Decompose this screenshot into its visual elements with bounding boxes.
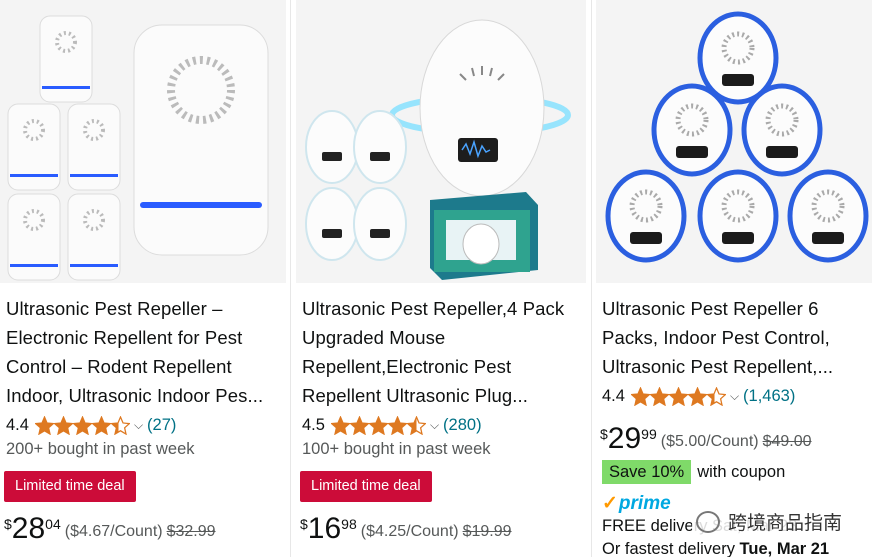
star-icon xyxy=(34,415,54,435)
title-line[interactable]: Repellent,Electronic Pest xyxy=(302,352,574,381)
pest-repeller-photo-2 xyxy=(296,0,586,283)
price-fraction: 04 xyxy=(45,516,61,532)
save-coupon-badge[interactable]: Save 10% xyxy=(602,460,692,484)
title-line[interactable]: Ultrasonic Pest Repeller – xyxy=(6,294,278,323)
title-line[interactable]: Ultrasonic Pest Repellent,... xyxy=(602,352,872,381)
rating-value: 4.4 xyxy=(6,415,29,434)
wechat-watermark: 跨境商品指南 xyxy=(691,506,846,537)
rating-value: 4.5 xyxy=(302,415,325,434)
title-line[interactable]: Repellent Ultrasonic Plug... xyxy=(302,381,574,410)
chevron-down-icon[interactable]: ⌵ xyxy=(430,418,439,433)
list-price: $32.99 xyxy=(166,523,216,540)
star-icon xyxy=(630,386,650,406)
price-block-2[interactable]: $ 16 98 ($4.25/Count) $19.99 xyxy=(300,512,512,546)
star-rating-icon[interactable] xyxy=(34,415,130,435)
product-card-3[interactable]: Ultrasonic Pest Repeller 6 Packs, Indoor… xyxy=(596,0,872,557)
list-price: $19.99 xyxy=(462,523,512,540)
star-icon xyxy=(649,386,669,406)
prime-badge: ✓prime xyxy=(602,492,671,515)
price-symbol: $ xyxy=(600,426,608,442)
list-price: $49.00 xyxy=(762,433,812,450)
star-icon xyxy=(706,386,726,406)
title-line[interactable]: Electronic Repellent for Pest xyxy=(6,323,278,352)
product-title-2[interactable]: Ultrasonic Pest Repeller,4 Pack Upgraded… xyxy=(302,294,574,410)
product-card-2[interactable]: Ultrasonic Pest Repeller,4 Pack Upgraded… xyxy=(296,0,586,557)
bought-count: 200+ bought in past week xyxy=(6,440,195,458)
prime-label: prime xyxy=(618,493,671,514)
coupon-row[interactable]: Save 10% with coupon xyxy=(602,460,785,484)
price-whole: 16 xyxy=(307,512,342,545)
title-line[interactable]: Ultrasonic Pest Repeller,4 Pack xyxy=(302,294,574,323)
product-card-1[interactable]: Ultrasonic Pest Repeller – Electronic Re… xyxy=(0,0,286,557)
coupon-suffix: with coupon xyxy=(697,462,786,481)
limited-deal-badge: Limited time deal xyxy=(4,471,136,502)
star-icon xyxy=(91,415,111,435)
title-line[interactable]: Control – Rodent Repellent xyxy=(6,352,278,381)
rating-value: 4.4 xyxy=(602,386,625,405)
star-icon xyxy=(687,386,707,406)
pest-repeller-photo-1 xyxy=(0,0,286,283)
price-symbol: $ xyxy=(300,516,308,532)
card-divider xyxy=(290,0,291,557)
unit-price: ($4.67/Count) xyxy=(64,523,163,540)
review-count-link[interactable]: (27) xyxy=(147,416,176,435)
delivery-fastest: Or fastest delivery Tue, Mar 21 xyxy=(602,540,829,557)
unit-price: ($4.25/Count) xyxy=(360,523,459,540)
price-fraction: 99 xyxy=(641,426,657,442)
delivery-fast-date: Tue, Mar 21 xyxy=(739,540,830,557)
chevron-down-icon[interactable]: ⌵ xyxy=(730,389,739,404)
star-icon xyxy=(53,415,73,435)
star-rating-icon[interactable] xyxy=(330,415,426,435)
star-icon xyxy=(72,415,92,435)
rating-row-3[interactable]: 4.4 ⌵ (1,463) xyxy=(602,385,795,407)
star-icon xyxy=(387,415,407,435)
price-whole: 29 xyxy=(607,422,642,455)
star-icon xyxy=(406,415,426,435)
product-title-3[interactable]: Ultrasonic Pest Repeller 6 Packs, Indoor… xyxy=(602,294,872,381)
star-rating-icon[interactable] xyxy=(630,386,726,406)
title-line[interactable]: Upgraded Mouse xyxy=(302,323,574,352)
price-symbol: $ xyxy=(4,516,12,532)
rating-row-2[interactable]: 4.5 ⌵ (280) xyxy=(302,414,482,436)
prime-check-icon: ✓ xyxy=(602,493,618,514)
star-icon xyxy=(668,386,688,406)
star-icon xyxy=(110,415,130,435)
watermark-text: 跨境商品指南 xyxy=(727,513,842,534)
title-line[interactable]: Packs, Indoor Pest Control, xyxy=(602,323,872,352)
star-icon xyxy=(349,415,369,435)
review-count-link[interactable]: (1,463) xyxy=(743,387,795,406)
title-line[interactable]: Ultrasonic Pest Repeller 6 xyxy=(602,294,872,323)
star-icon xyxy=(330,415,350,435)
star-icon xyxy=(368,415,388,435)
wechat-icon xyxy=(695,510,720,533)
chevron-down-icon[interactable]: ⌵ xyxy=(134,418,143,433)
product-title-1[interactable]: Ultrasonic Pest Repeller – Electronic Re… xyxy=(6,294,278,410)
product-image-2[interactable] xyxy=(296,0,586,283)
review-count-link[interactable]: (280) xyxy=(443,416,482,435)
price-fraction: 98 xyxy=(341,516,357,532)
bought-count: 100+ bought in past week xyxy=(302,440,491,458)
product-image-1[interactable] xyxy=(0,0,286,283)
limited-deal-badge: Limited time deal xyxy=(300,471,432,502)
price-block-3[interactable]: $ 29 99 ($5.00/Count) $49.00 xyxy=(600,422,812,456)
card-divider xyxy=(591,0,592,557)
unit-price: ($5.00/Count) xyxy=(660,433,759,450)
price-whole: 28 xyxy=(11,512,46,545)
delivery-fast-prefix: Or fastest delivery xyxy=(602,540,740,557)
title-line[interactable]: Indoor, Ultrasonic Indoor Pes... xyxy=(6,381,278,410)
price-block-1[interactable]: $ 28 04 ($4.67/Count) $32.99 xyxy=(4,512,216,546)
product-image-3[interactable] xyxy=(596,0,872,283)
rating-row-1[interactable]: 4.4 ⌵ (27) xyxy=(6,414,176,436)
pest-repeller-photo-3 xyxy=(596,0,872,283)
